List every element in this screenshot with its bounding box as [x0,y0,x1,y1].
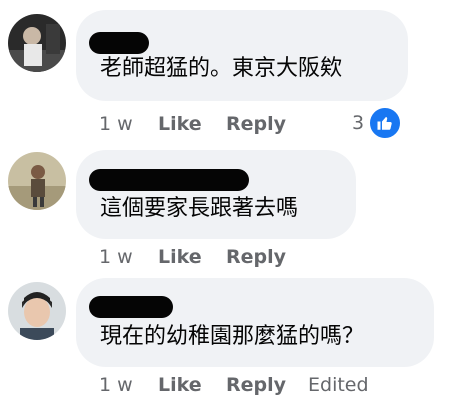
edited-label[interactable]: Edited [308,373,369,397]
reaction-summary[interactable]: 3 [352,106,403,140]
redacted-author-name [89,169,249,191]
reaction-count: 3 [352,112,365,134]
avatar[interactable] [8,282,66,340]
redacted-author-name [89,296,173,318]
like-button[interactable]: Like [158,373,202,397]
comment-timestamp[interactable]: 1 w [99,245,133,269]
comment-text: 現在的幼稚園那麼猛的嗎？ [100,324,365,349]
comment-text: 這個要家長跟著去嗎 [100,196,299,221]
reply-button[interactable]: Reply [226,245,286,269]
like-button[interactable]: Like [158,245,202,269]
avatar[interactable] [8,14,66,72]
reply-button[interactable]: Reply [226,112,286,136]
thumbs-up-icon [368,106,403,140]
avatar[interactable] [8,152,66,210]
comment-timestamp[interactable]: 1 w [99,112,133,136]
reply-button[interactable]: Reply [226,373,286,397]
comment-timestamp[interactable]: 1 w [99,373,133,397]
comment-text: 老師超猛的。東京大阪欸 [100,56,343,81]
redacted-author-name [89,32,149,54]
like-button[interactable]: Like [158,112,202,136]
